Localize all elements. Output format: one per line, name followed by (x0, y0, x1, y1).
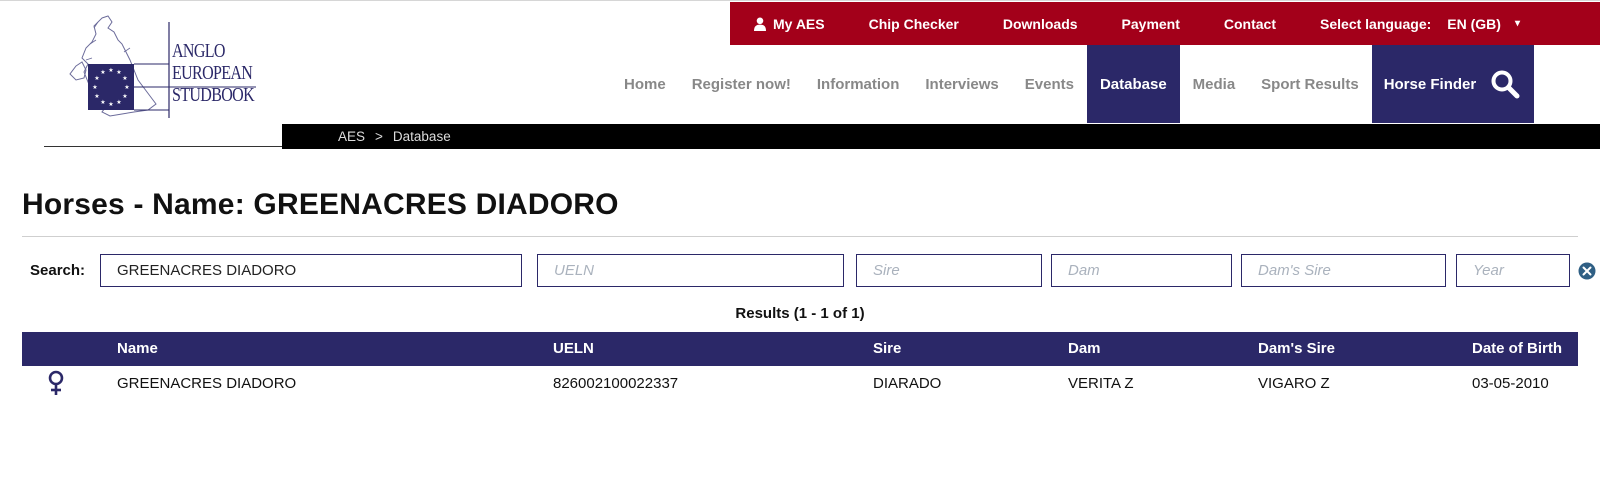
column-header-ueln[interactable]: UELN (553, 332, 594, 366)
nav-media[interactable]: Media (1180, 45, 1249, 123)
nav-information[interactable]: Information (804, 45, 913, 123)
page-title: Horses - Name: GREENACRES DIADORO (22, 188, 619, 221)
nav-home[interactable]: Home (610, 45, 679, 123)
column-header-sire[interactable]: Sire (873, 332, 901, 366)
logo-line: EUROPEAN (172, 62, 253, 84)
row-dam-sire: VIGARO Z (1258, 375, 1330, 392)
logo-line: STUDBOOK (172, 84, 255, 106)
dam-sire-search-input[interactable] (1241, 254, 1446, 287)
util-payment[interactable]: Payment (1122, 16, 1180, 32)
table-header: Name UELN Sire Dam Dam's Sire Date of Bi… (22, 332, 1578, 366)
svg-text:★: ★ (122, 75, 127, 82)
util-downloads[interactable]: Downloads (1003, 16, 1078, 32)
column-header-dam-sire[interactable]: Dam's Sire (1258, 332, 1335, 366)
breadcrumb-separator: > (375, 129, 383, 144)
horse-finder-label: Horse Finder (1383, 75, 1477, 93)
svg-text:★: ★ (116, 99, 121, 106)
language-value: EN (GB) (1447, 15, 1501, 32)
nav-events[interactable]: Events (1012, 45, 1087, 123)
svg-text:★: ★ (108, 67, 113, 74)
logo-line: ANGLO (172, 40, 225, 62)
aes-logo[interactable]: ★ ★ ★ ★ ★ ★ ★ ★ ★ ★ ★ ★ ANGLO EUROPEAN STUDBOOK (64, 14, 264, 126)
language-select[interactable]: EN (GB) ▾ (1447, 16, 1520, 32)
clear-search-icon[interactable] (1578, 262, 1596, 280)
ueln-search-input[interactable] (537, 254, 844, 287)
main-nav: Home Register now! Information Interview… (610, 45, 1535, 123)
chevron-down-icon: ▾ (1514, 18, 1520, 29)
breadcrumb-aes[interactable]: AES (338, 129, 365, 144)
util-contact[interactable]: Contact (1224, 16, 1276, 32)
svg-text:★: ★ (124, 84, 129, 91)
svg-text:★: ★ (92, 84, 97, 91)
top-rule (0, 0, 1600, 1)
row-ueln: 826002100022337 (553, 375, 679, 392)
svg-text:★: ★ (94, 93, 99, 100)
results-summary: Results (1 - 1 of 1) (735, 305, 865, 322)
row-sire: DIARADO (873, 375, 942, 392)
language-label: Select language: (1320, 15, 1432, 32)
female-icon (48, 370, 64, 395)
row-dam: VERITA Z (1068, 375, 1134, 392)
title-divider (22, 236, 1578, 237)
svg-text:★: ★ (108, 101, 113, 108)
util-chip-checker[interactable]: Chip Checker (869, 16, 959, 32)
user-icon (754, 17, 766, 31)
logo-underline (44, 146, 282, 147)
row-name[interactable]: GREENACRES DIADORO (117, 366, 296, 402)
name-search-input[interactable] (100, 254, 522, 287)
nav-database[interactable]: Database (1086, 45, 1180, 123)
column-header-date-of-birth[interactable]: Date of Birth (1472, 332, 1562, 366)
utility-bar: My AES Chip Checker Downloads Payment Co… (730, 2, 1600, 45)
column-header-dam[interactable]: Dam (1068, 332, 1101, 366)
svg-text:★: ★ (100, 99, 105, 106)
util-my-aes-label: My AES (773, 15, 825, 32)
table-row[interactable]: GREENACRES DIADORO 826002100022337 DIARA… (22, 366, 1578, 402)
column-header-name[interactable]: Name (117, 332, 158, 366)
util-my-aes[interactable]: My AES (754, 16, 825, 32)
svg-text:★: ★ (122, 93, 127, 100)
nav-interviews[interactable]: Interviews (912, 45, 1011, 123)
svg-text:★: ★ (100, 69, 105, 76)
nav-sport-results[interactable]: Sport Results (1248, 45, 1372, 123)
svg-text:★: ★ (116, 69, 121, 76)
breadcrumb-database[interactable]: Database (393, 129, 451, 144)
breadcrumb: AES > Database (282, 124, 1600, 149)
results-table: Name UELN Sire Dam Dam's Sire Date of Bi… (22, 332, 1578, 402)
nav-register-now[interactable]: Register now! (679, 45, 804, 123)
search-label: Search: (30, 262, 86, 279)
row-date-of-birth: 03-05-2010 (1472, 375, 1549, 392)
dam-search-input[interactable] (1051, 254, 1232, 287)
year-search-input[interactable] (1456, 254, 1570, 287)
logo-wordmark: ANGLO EUROPEAN STUDBOOK (172, 40, 255, 106)
svg-text:★: ★ (94, 75, 99, 82)
search-icon (1491, 70, 1520, 99)
nav-horse-finder[interactable]: Horse Finder (1371, 45, 1535, 123)
sire-search-input[interactable] (856, 254, 1042, 287)
